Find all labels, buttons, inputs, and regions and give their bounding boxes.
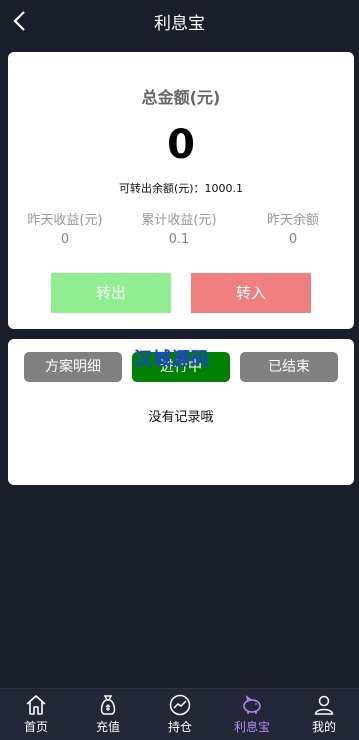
- page-title: 利息宝: [154, 14, 205, 34]
- nav-label: 持仓: [167, 720, 192, 734]
- nav-item-recharge[interactable]: 充值: [72, 689, 144, 740]
- user-icon: [314, 695, 334, 715]
- empty-records-message: 没有记录哦: [148, 410, 214, 425]
- summary-card: 总金额(元) 0 可转出余额(元)：1000.1 昨天收益(元) 0 累计收益(…: [8, 52, 354, 329]
- stat-yesterday-balance: 昨天余额 0: [238, 209, 348, 247]
- nav-item-profile[interactable]: 我的: [288, 689, 359, 740]
- money-bag-icon: [100, 695, 116, 715]
- piggy-bank-icon: [243, 695, 261, 714]
- nav-label: 首页: [23, 720, 48, 734]
- home-icon: [26, 695, 46, 715]
- records-card: 方案明细 进行中 已结束 汉城源码 没有记录哦: [8, 339, 354, 485]
- stat-value: 0: [60, 232, 70, 247]
- stat-label: 昨天余额: [266, 213, 319, 228]
- stat-value: 0.1: [168, 232, 190, 247]
- nav-item-home[interactable]: 首页: [0, 689, 72, 740]
- tab-in-progress[interactable]: 进行中: [132, 352, 230, 382]
- tab-plan-details[interactable]: 方案明细: [24, 352, 122, 382]
- nav-item-positions[interactable]: 持仓: [144, 689, 216, 740]
- stat-yesterday-earnings: 昨天收益(元) 0: [10, 209, 120, 247]
- stat-value: 0: [288, 232, 298, 247]
- total-amount-label: 总金额(元): [141, 88, 221, 107]
- nav-label: 我的: [311, 720, 336, 734]
- stat-total-earnings: 累计收益(元) 0.1: [124, 209, 234, 247]
- total-amount-value: 0: [167, 122, 195, 168]
- nav-label: 充值: [95, 720, 120, 734]
- stat-label: 累计收益(元): [141, 213, 217, 228]
- transfer-out-button[interactable]: 转出: [51, 273, 171, 313]
- nav-item-interest[interactable]: 利息宝: [216, 689, 288, 740]
- transfer-in-button[interactable]: 转入: [191, 273, 311, 313]
- nav-label: 利息宝: [233, 720, 270, 734]
- chart-icon: [169, 694, 191, 716]
- tab-finished[interactable]: 已结束: [240, 352, 338, 382]
- bottom-nav: 首页 充值 持仓 利息宝 我的: [0, 688, 359, 740]
- top-bar: 利息宝: [0, 0, 359, 42]
- stat-label: 昨天收益(元): [27, 213, 103, 228]
- transferable-balance: 可转出余额(元)：1000.1: [118, 182, 244, 195]
- stats-row: 昨天收益(元) 0 累计收益(元) 0.1 昨天余额 0: [8, 209, 354, 249]
